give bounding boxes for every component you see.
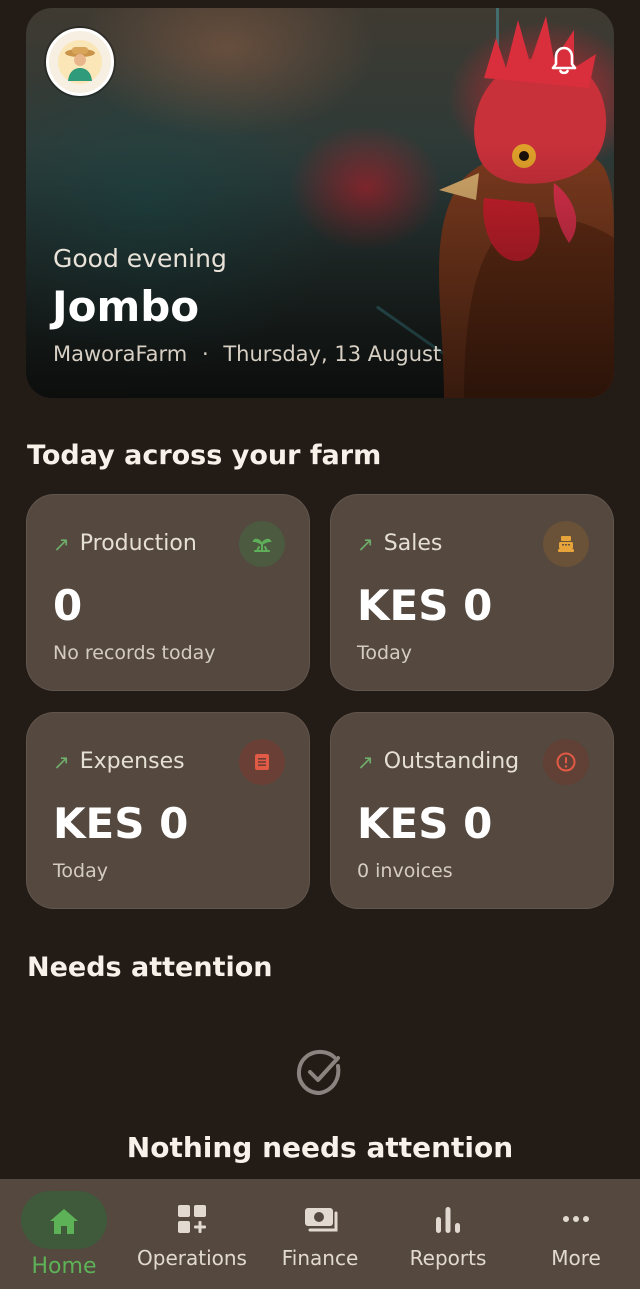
production-value: 0 [53,581,83,630]
section-title-today: Today across your farm [27,440,382,471]
alert-circle-icon [543,739,589,785]
outstanding-subtext: 0 invoices [357,860,453,882]
sales-subtext: Today [357,642,412,664]
sprout-icon [239,521,285,567]
greeting-text: Good evening [53,244,227,273]
trend-arrow-icon: ↗ [53,749,70,774]
hero-banner: Good evening Jombo MaworaFarm · Thursday… [26,8,614,398]
outstanding-value: KES 0 [357,799,493,848]
cash-register-icon [543,521,589,567]
trend-arrow-icon: ↗ [357,749,374,774]
production-card[interactable]: ↗ Production 0 No records today [26,494,310,691]
avatar[interactable] [46,28,114,96]
nav-item-finance[interactable]: Finance [256,1179,384,1289]
section-title-attention: Needs attention [27,952,273,983]
nav-label: Operations [137,1246,247,1270]
nav-label: Home [31,1254,97,1279]
outstanding-card[interactable]: ↗ Outstanding KES 0 0 invoices [330,712,614,909]
bell-icon[interactable] [548,44,580,76]
nav-label: Finance [281,1246,359,1270]
receipt-icon [239,739,285,785]
expenses-card[interactable]: ↗ Expenses KES 0 Today [26,712,310,909]
user-name: Jombo [52,282,200,331]
check-circle-icon [296,1049,341,1096]
nav-item-operations[interactable]: Operations [128,1179,256,1289]
current-date: Thursday, 13 August [223,342,442,366]
card-label: Sales [383,531,443,556]
separator: · [201,342,209,366]
grid-plus-icon [178,1205,206,1233]
nav-label: Reports [409,1246,487,1270]
nav-item-reports[interactable]: Reports [384,1179,512,1289]
farm-name: MaworaFarm [53,342,188,366]
card-label: Outstanding [383,749,520,774]
bar-chart-icon [436,1207,460,1233]
production-subtext: No records today [53,642,216,664]
bottom-navigation: Home Operations Finance Reports More [0,1179,640,1289]
more-dots-icon [563,1216,589,1222]
expenses-subtext: Today [53,860,108,882]
card-label: Production [79,531,197,556]
farm-date-line: MaworaFarm · Thursday, 13 August [53,342,441,366]
money-icon [305,1208,338,1232]
home-icon [50,1209,78,1234]
nav-label: More [551,1246,601,1270]
card-label: Expenses [79,749,185,774]
farmer-avatar-icon [58,40,102,84]
home-screen: Good evening Jombo MaworaFarm · Thursday… [0,0,640,1289]
nav-item-more[interactable]: More [512,1179,640,1289]
sales-value: KES 0 [357,581,493,630]
sales-card[interactable]: ↗ Sales KES 0 Today [330,494,614,691]
nav-item-home[interactable]: Home [0,1179,128,1289]
trend-arrow-icon: ↗ [53,531,70,556]
trend-arrow-icon: ↗ [357,531,374,556]
empty-state-text: Nothing needs attention [126,1131,514,1164]
expenses-value: KES 0 [53,799,189,848]
